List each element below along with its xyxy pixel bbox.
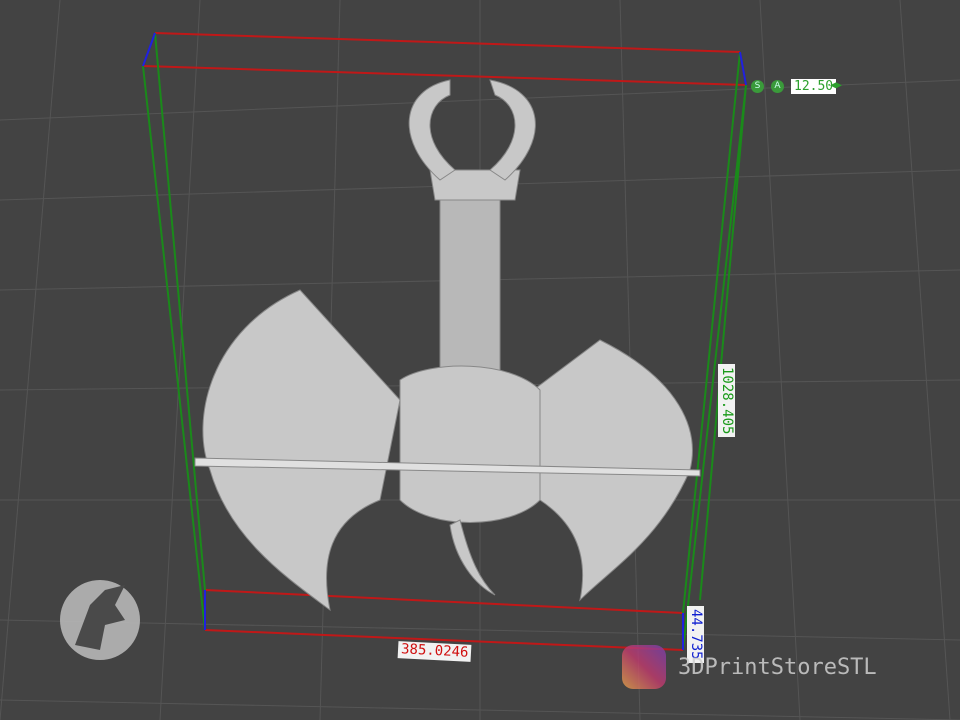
snap-toggle-icon[interactable]: S	[751, 80, 764, 93]
instagram-handle: 3DPrintStoreSTL	[678, 655, 877, 680]
snap-label: S	[754, 81, 761, 91]
auto-label: A	[774, 81, 781, 91]
instagram-icon	[622, 645, 666, 689]
dimension-y-label[interactable]: 1028.405	[718, 364, 735, 438]
watermark-logo	[30, 550, 170, 694]
scale-stepper-arrows-icon[interactable]: ◀▶	[830, 80, 842, 91]
auto-toggle-icon[interactable]: A	[771, 80, 784, 93]
